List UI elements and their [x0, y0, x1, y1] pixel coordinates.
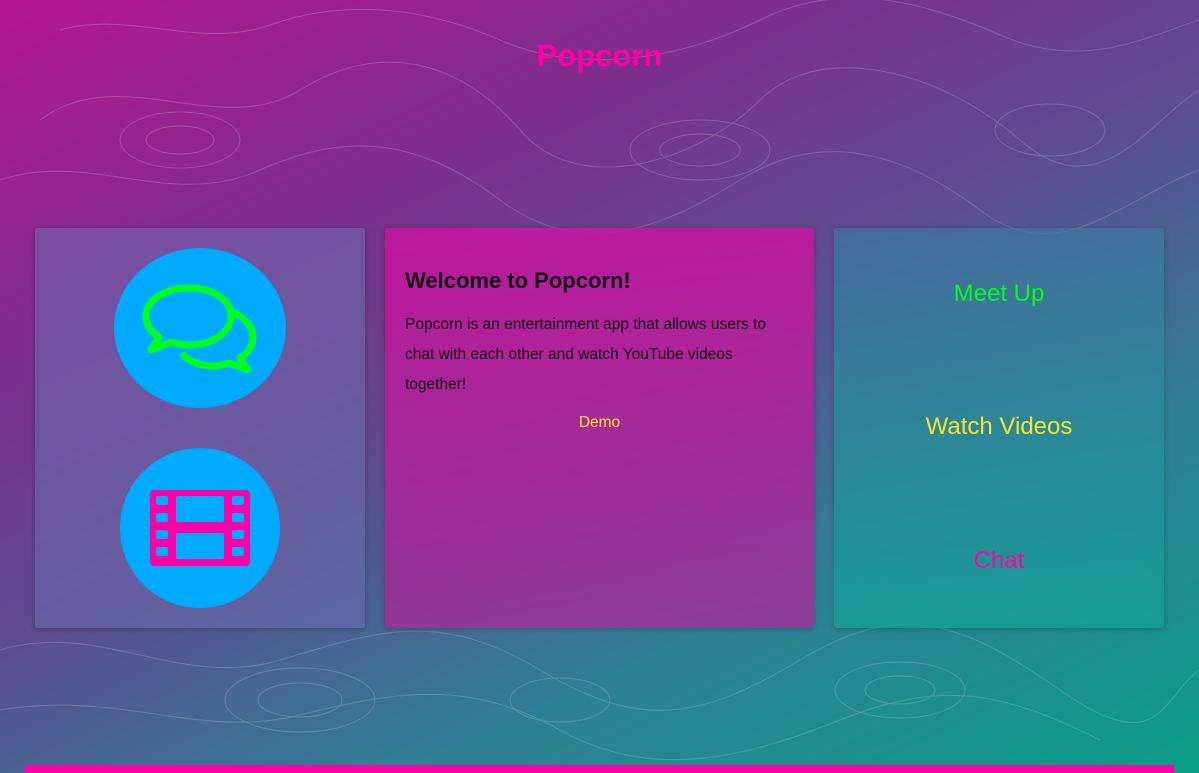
chat-bubbles-icon	[142, 284, 257, 374]
nav-link-meet-up[interactable]: Meet Up	[834, 280, 1164, 308]
nav-link-chat[interactable]: Chat	[834, 547, 1164, 575]
footer-bar	[25, 765, 1174, 773]
welcome-description: Popcorn is an entertainment app that all…	[405, 316, 767, 393]
features-card	[35, 228, 365, 628]
demo-link[interactable]: Demo	[405, 414, 794, 432]
welcome-card: Welcome to Popcorn! Popcorn is an entert…	[385, 228, 814, 628]
navigation-card: Meet Up Watch Videos Chat	[834, 228, 1164, 628]
video-feature-circle[interactable]	[120, 448, 280, 608]
welcome-heading: Welcome to Popcorn!	[405, 268, 631, 293]
film-strip-icon	[150, 490, 250, 566]
page-title: Popcorn	[536, 38, 663, 73]
chat-feature-circle[interactable]	[114, 248, 286, 408]
nav-link-watch-videos[interactable]: Watch Videos	[834, 413, 1164, 441]
